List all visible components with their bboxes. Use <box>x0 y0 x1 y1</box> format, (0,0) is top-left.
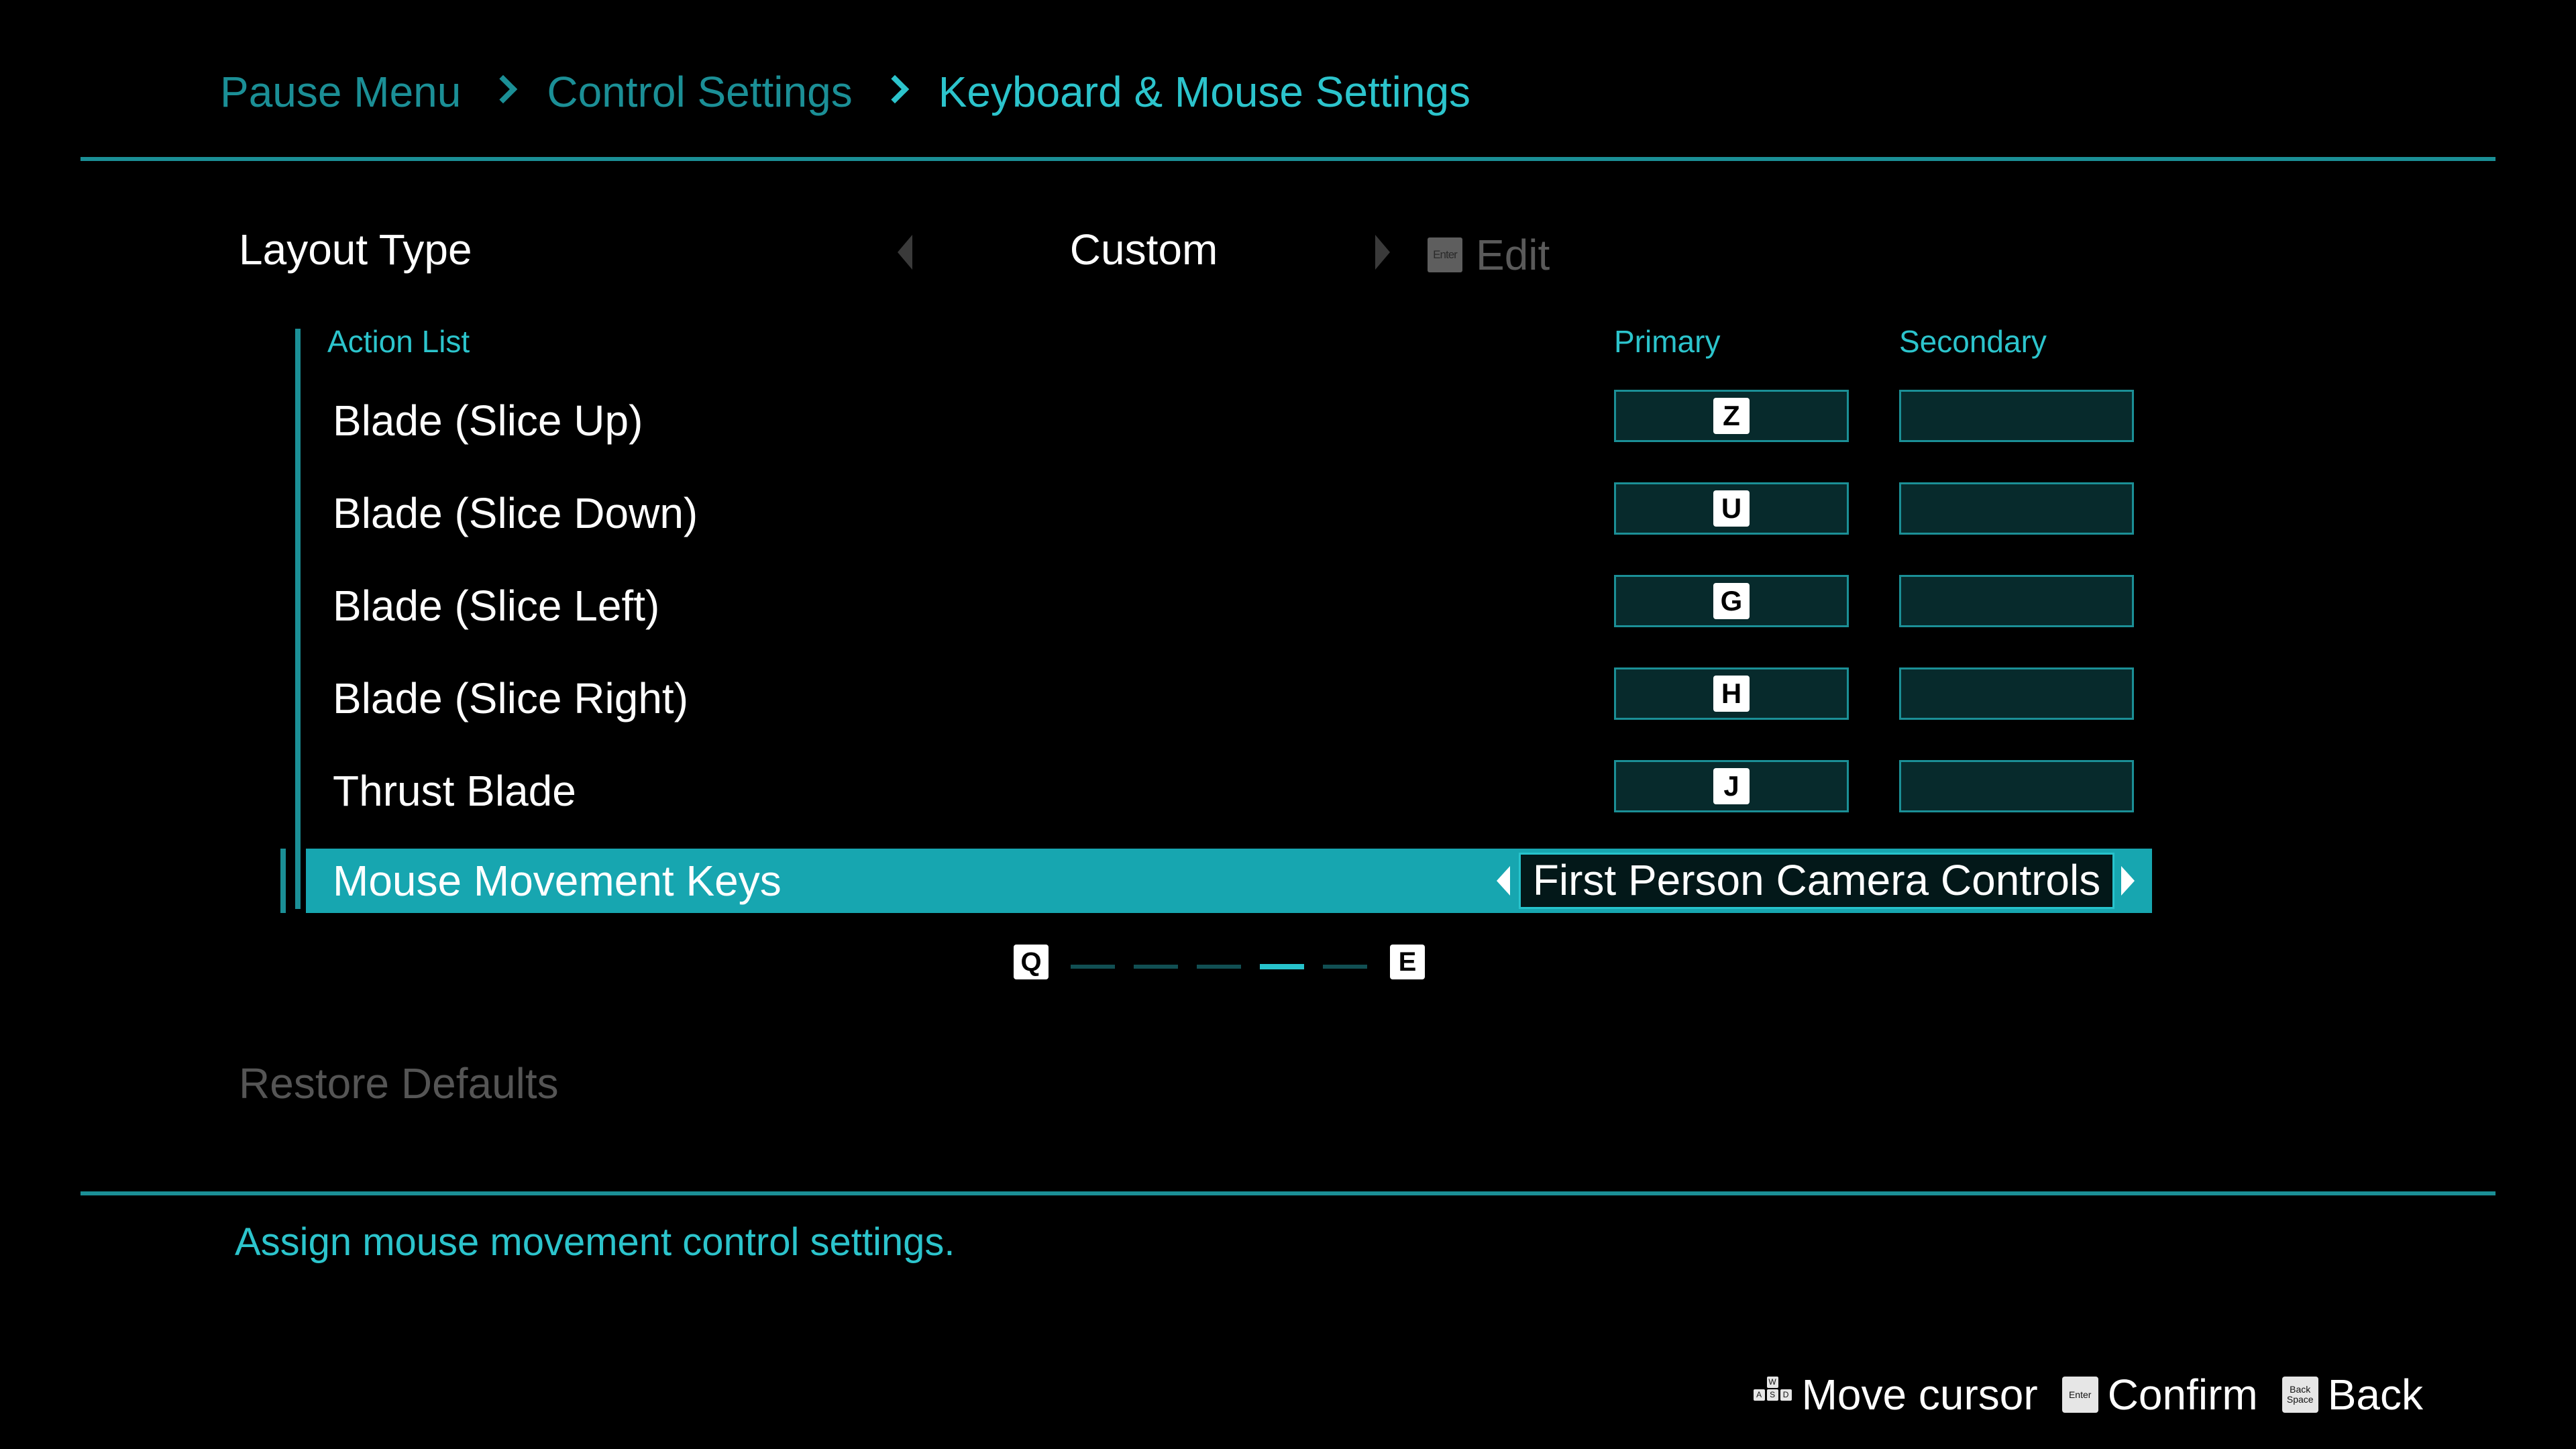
secondary-binding-slot[interactable] <box>1899 390 2134 442</box>
secondary-binding-slot[interactable] <box>1899 482 2134 535</box>
secondary-column-header: Secondary <box>1899 324 2047 359</box>
page-indicator-dash <box>1071 965 1115 969</box>
chevron-right-icon <box>883 68 910 115</box>
layout-type-value[interactable]: Custom <box>912 225 1375 274</box>
move-cursor-hint: Move cursor <box>1801 1371 2038 1419</box>
primary-binding-slot[interactable]: Z <box>1614 390 1849 442</box>
s-key-cap: S <box>1766 1389 1778 1401</box>
primary-binding-slot[interactable]: H <box>1614 667 1849 720</box>
action-row-label[interactable]: Blade (Slice Down) <box>333 485 698 541</box>
page-indicator-dash <box>1323 965 1367 969</box>
action-row-label[interactable]: Blade (Slice Left) <box>333 578 659 634</box>
prev-page-key-icon[interactable]: Q <box>1014 945 1049 979</box>
key-cap: H <box>1713 676 1750 712</box>
secondary-binding-slot[interactable] <box>1899 760 2134 812</box>
action-row-label[interactable]: Thrust Blade <box>333 763 576 819</box>
secondary-binding-slot[interactable] <box>1899 575 2134 627</box>
backspace-key-text-line2: Space <box>2286 1394 2314 1405</box>
edit-button[interactable]: Enter Edit <box>1428 230 1550 280</box>
restore-defaults-button[interactable]: Restore Defaults <box>239 1059 559 1108</box>
control-hints-bar: W A S D Move cursor Enter Confirm Back S… <box>1753 1370 2423 1419</box>
bottom-divider <box>80 1191 2496 1195</box>
arrow-right-icon[interactable] <box>1375 235 1390 270</box>
primary-binding-slot[interactable]: J <box>1614 760 1849 812</box>
w-key-cap: W <box>1766 1377 1778 1388</box>
help-description: Assign mouse movement control settings. <box>235 1220 955 1264</box>
confirm-hint[interactable]: Confirm <box>2108 1370 2258 1419</box>
top-divider <box>80 157 2496 161</box>
primary-binding-slot[interactable]: G <box>1614 575 1849 627</box>
primary-binding-slot[interactable]: U <box>1614 482 1849 535</box>
breadcrumb-current-page: Keyboard & Mouse Settings <box>938 68 1471 116</box>
arrow-left-icon[interactable] <box>1497 866 1510 896</box>
list-scroll-bar <box>295 329 301 909</box>
wasd-keys-icon: W A S D <box>1753 1377 1792 1413</box>
mouse-movement-keys-row[interactable]: Mouse Movement Keys First Person Camera … <box>306 849 2152 913</box>
enter-key-text: Enter <box>2068 1389 2092 1400</box>
back-hint[interactable]: Back <box>2328 1370 2423 1419</box>
key-cap: U <box>1713 490 1750 527</box>
selection-indicator <box>280 849 286 913</box>
d-key-cap: D <box>1780 1389 1792 1401</box>
key-cap: G <box>1713 583 1750 619</box>
edit-label: Edit <box>1476 231 1550 279</box>
a-key-cap: A <box>1753 1389 1765 1401</box>
action-row-label[interactable]: Blade (Slice Up) <box>333 392 643 449</box>
next-page-key-icon[interactable]: E <box>1390 945 1425 979</box>
backspace-key-text-line1: Back <box>2290 1384 2311 1395</box>
breadcrumb-pause-menu[interactable]: Pause Menu <box>220 67 461 117</box>
backspace-key-icon: Back Space <box>2282 1377 2318 1413</box>
page-indicator-dash <box>1134 965 1178 969</box>
key-cap: Z <box>1713 398 1750 434</box>
page-indicator-dash-active <box>1260 964 1304 969</box>
mouse-movement-keys-label: Mouse Movement Keys <box>333 857 782 905</box>
page-indicator-dash <box>1197 965 1241 969</box>
breadcrumb-control-settings[interactable]: Control Settings <box>547 67 852 117</box>
key-cap: J <box>1713 768 1750 804</box>
chevron-right-icon <box>492 68 519 115</box>
mouse-movement-value-selector[interactable]: First Person Camera Controls <box>1519 853 2114 909</box>
action-list-header: Action List <box>327 324 470 359</box>
enter-key-icon: Enter <box>1428 237 1462 272</box>
arrow-right-icon[interactable] <box>2121 866 2135 896</box>
primary-column-header: Primary <box>1614 324 1721 359</box>
breadcrumb: Pause Menu Control Settings Keyboard & M… <box>220 62 1470 122</box>
enter-key-icon: Enter <box>2061 1377 2098 1413</box>
arrow-left-icon[interactable] <box>898 235 912 270</box>
action-row-label[interactable]: Blade (Slice Right) <box>333 670 688 727</box>
keyboard-mouse-settings-screen: Pause Menu Control Settings Keyboard & M… <box>0 0 2576 1449</box>
layout-type-label: Layout Type <box>239 225 472 274</box>
secondary-binding-slot[interactable] <box>1899 667 2134 720</box>
